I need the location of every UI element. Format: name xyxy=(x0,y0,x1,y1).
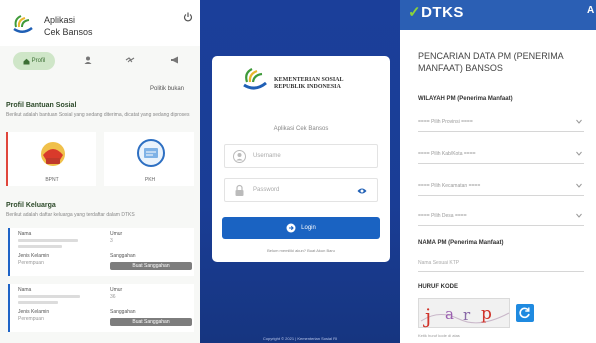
ministry-name-line2: REPUBLIK INDONESIA xyxy=(274,84,341,90)
page-title: PENCARIAN DATA PM (PENERIMA MANFAAT) BAN… xyxy=(418,51,564,73)
wilayah-label: WILAYAH PM (Penerima Manfaat) xyxy=(418,96,513,102)
bansos-cards: BPNT PKH xyxy=(6,132,194,186)
jenis-kelamin-value: Perempuan xyxy=(18,260,44,266)
chevron-down-icon xyxy=(576,119,582,124)
password-field[interactable]: Password xyxy=(224,178,378,202)
nama-value-redacted xyxy=(18,301,58,304)
kabkota-select-value: ==== Pilih Kab/Kota ==== xyxy=(418,151,476,157)
captcha-image: j a r p xyxy=(418,298,510,328)
bansos-card-bpnt[interactable]: BPNT xyxy=(6,132,96,186)
bottom-nav: Profil xyxy=(0,50,200,72)
bpnt-label: BPNT xyxy=(45,177,59,183)
captcha-char: a xyxy=(445,305,454,323)
bansos-section-title: Profil Bantuan Sosial xyxy=(6,102,77,109)
kemensos-logo-icon xyxy=(13,15,33,33)
keluarga-section-subtitle: Berikut adalah daftar keluarga yang terd… xyxy=(6,212,135,218)
bpnt-icon xyxy=(41,142,65,166)
jenis-kelamin-label: Jenis Kelamin xyxy=(18,253,50,259)
captcha-char: j xyxy=(423,304,431,328)
login-app-name: Aplikasi Cek Bansos xyxy=(273,126,329,132)
captcha-char: r xyxy=(463,306,471,324)
pkh-label: PKH xyxy=(144,177,156,183)
jenis-kelamin-value: Perempuan xyxy=(18,316,44,322)
ministry-name: KEMENTERIAN SOSIAL REPUBLIK INDONESIA xyxy=(274,77,344,91)
nama-pm-placeholder: Nama Sesuai KTP xyxy=(418,260,460,266)
copyright-footer: Copyright © 2021 | Kementerian Sosial RI xyxy=(262,336,338,341)
nama-value-redacted xyxy=(18,245,62,248)
family-member-card: Nama Umur 3 Jenis Kelamin Perempuan Sang… xyxy=(8,228,194,276)
app-title-line2: Cek Bansos xyxy=(44,27,93,37)
bansos-card-pkh[interactable]: PKH xyxy=(104,132,194,186)
megaphone-icon[interactable] xyxy=(170,55,180,65)
login-button[interactable]: Login xyxy=(222,217,380,239)
power-icon[interactable] xyxy=(183,12,193,22)
dtks-logo-letters: DTKS xyxy=(421,4,464,21)
app-header: Aplikasi Cek Bansos xyxy=(0,0,200,46)
chevron-down-icon xyxy=(576,183,582,188)
dtks-search-screen: ✓DTKS A PENCARIAN DATA PM (PENERIMA MANF… xyxy=(400,0,596,343)
umur-value: 3 xyxy=(110,238,113,244)
user-circle-icon xyxy=(233,150,246,163)
jenis-kelamin-label: Jenis Kelamin xyxy=(18,309,50,315)
nama-value-redacted xyxy=(18,295,80,298)
home-icon xyxy=(23,58,30,64)
register-link[interactable]: Belum memiliki akun? Buat Akun Baru xyxy=(212,248,390,253)
umur-label: Umur xyxy=(110,231,123,237)
huruf-kode-label: HURUF KODE xyxy=(418,284,458,290)
login-card: KEMENTERIAN SOSIAL REPUBLIK INDONESIA Ap… xyxy=(212,56,390,262)
chevron-down-icon xyxy=(576,213,582,218)
provinsi-select[interactable]: ==== Pilih Provinsi ==== xyxy=(418,112,584,132)
nama-pm-label: NAMA PM (Penerima Manfaat) xyxy=(418,240,504,246)
arrow-right-circle-icon xyxy=(286,223,296,233)
sanggahan-label: Sanggahan xyxy=(110,253,136,259)
bansos-section-subtitle: Berikut adalah bantuan Sosial yang sedan… xyxy=(6,112,190,118)
ministry-name-line1: KEMENTERIAN SOSIAL xyxy=(274,77,344,83)
nama-pm-input[interactable]: Nama Sesuai KTP xyxy=(418,254,584,272)
tab-profil[interactable]: Profil xyxy=(13,52,55,70)
tab-profil-label: Profil xyxy=(31,58,46,64)
desa-select[interactable]: ==== Pilih Desa ==== xyxy=(418,206,584,226)
pkh-icon xyxy=(137,139,165,167)
app-title-line1: Aplikasi xyxy=(44,15,76,25)
nama-label: Nama xyxy=(18,231,32,237)
kemensos-logo-icon xyxy=(243,68,267,90)
lock-icon xyxy=(235,184,244,196)
umur-label: Umur xyxy=(110,287,123,293)
nama-label: Nama xyxy=(18,287,32,293)
password-placeholder: Password xyxy=(253,187,280,193)
sanggahan-label: Sanggahan xyxy=(110,309,136,315)
header-a[interactable]: A xyxy=(587,5,594,16)
refresh-captcha-button[interactable] xyxy=(516,304,534,322)
handshake-icon[interactable] xyxy=(125,55,135,65)
refresh-icon xyxy=(519,307,530,319)
family-member-card: Nama Umur 36 Jenis Kelamin Perempuan San… xyxy=(8,284,194,332)
eye-icon[interactable] xyxy=(357,187,367,195)
buat-sanggahan-button[interactable]: Buat Sanggahan xyxy=(110,262,192,270)
app-title: Aplikasi Cek Bansos xyxy=(44,14,93,38)
captcha-art: j a r p xyxy=(420,304,510,328)
keluarga-section-title: Profil Keluarga xyxy=(6,202,56,209)
captcha-note: Ketik huruf kode di atas xyxy=(418,333,460,338)
kabkota-select[interactable]: ==== Pilih Kab/Kota ==== xyxy=(418,144,584,164)
kecamatan-select[interactable]: ==== Pilih Kecamatan ==== xyxy=(418,176,584,196)
nama-value-redacted xyxy=(18,239,78,242)
login-screen: KEMENTERIAN SOSIAL REPUBLIK INDONESIA Ap… xyxy=(200,0,400,343)
politik-link[interactable]: Politik bukan xyxy=(150,86,184,92)
login-button-label: Login xyxy=(301,225,316,231)
buat-sanggahan-button[interactable]: Buat Sanggahan xyxy=(110,318,192,326)
desa-select-value: ==== Pilih Desa ==== xyxy=(418,213,467,219)
umur-value: 36 xyxy=(110,294,116,300)
kecamatan-select-value: ==== Pilih Kecamatan ==== xyxy=(418,183,481,189)
cek-bansos-app-screen: Aplikasi Cek Bansos Profil Politik bukan… xyxy=(0,0,200,343)
dtks-logo-mark: ✓ xyxy=(408,4,422,21)
username-field[interactable]: Username xyxy=(224,144,378,168)
captcha-char: p xyxy=(481,304,492,324)
provinsi-select-value: ==== Pilih Provinsi ==== xyxy=(418,119,473,125)
username-placeholder: Username xyxy=(253,153,281,159)
dtks-logo: ✓DTKS xyxy=(408,3,464,21)
user-icon[interactable] xyxy=(83,55,93,65)
dtks-header: ✓DTKS A xyxy=(400,0,596,30)
chevron-down-icon xyxy=(576,151,582,156)
